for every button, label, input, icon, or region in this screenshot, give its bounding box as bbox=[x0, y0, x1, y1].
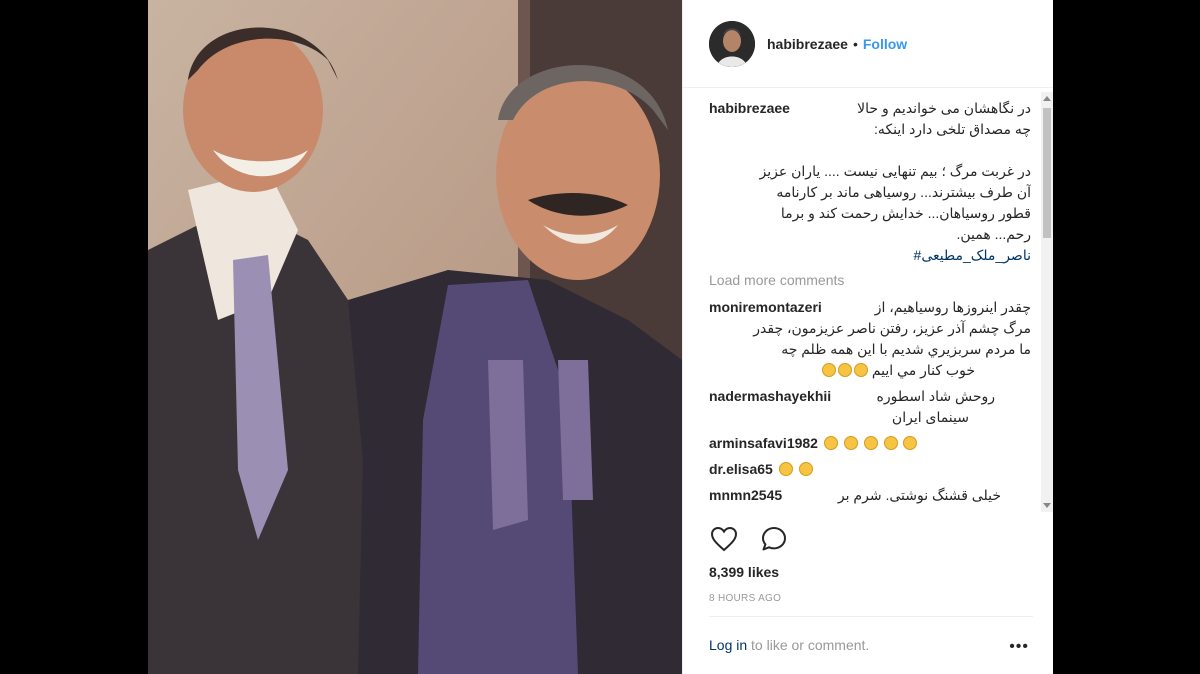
comment-username[interactable]: dr.elisa65 bbox=[709, 461, 773, 477]
comment-item: mnmn2545 خیلی قشنگ نوشتی. شرم بر bbox=[709, 485, 1031, 506]
sad-emoji-icon bbox=[798, 462, 813, 476]
like-button[interactable] bbox=[709, 524, 739, 554]
comment-item: arminsafavi1982 bbox=[709, 433, 1031, 454]
more-options-icon[interactable]: ••• bbox=[1009, 638, 1029, 656]
heart-icon bbox=[710, 526, 738, 552]
login-prompt-text: to like or comment. bbox=[747, 637, 870, 653]
comment-text-with-emoji: خوب کنار مي ایيم bbox=[709, 360, 975, 381]
login-prompt: Log in to like or comment. bbox=[709, 637, 869, 653]
comments-list[interactable]: habibrezaee در نگاهشان می خواندیم و حالا… bbox=[709, 98, 1031, 512]
likes-count[interactable]: 8,399 likes bbox=[709, 564, 779, 580]
sad-emoji-icon bbox=[778, 462, 793, 476]
crying-emoji-icon bbox=[863, 436, 878, 450]
comment-username[interactable]: arminsafavi1982 bbox=[709, 435, 818, 451]
comment-text: ما مردم سربزیري شدیم با این همه ظلم چه bbox=[781, 341, 1031, 357]
post-side-panel: habibrezaee • Follow habibrezaee در نگاه… bbox=[682, 0, 1053, 674]
caption-line: چه مصداق تلخی دارد اینکه: bbox=[874, 121, 1031, 137]
post-timestamp[interactable]: 8 HOURS AGO bbox=[709, 593, 781, 604]
comment-icon bbox=[762, 527, 786, 551]
crying-emoji-icon bbox=[821, 363, 836, 377]
comment-item: moniremontazeri چقدر اینروزها روسیاهیم، … bbox=[709, 297, 1031, 381]
scroll-up-arrow-icon[interactable] bbox=[1043, 96, 1051, 101]
post-dialog: habibrezaee • Follow habibrezaee در نگاه… bbox=[148, 0, 1053, 674]
crying-emoji-icon bbox=[903, 436, 918, 450]
comment-text: خیلی قشنگ نوشتی. شرم بر bbox=[837, 487, 1001, 503]
caption-first-line: habibrezaee در نگاهشان می خواندیم و حالا bbox=[709, 98, 1031, 119]
caption-hashtag[interactable]: #ناصر_ملک_مطیعی bbox=[709, 245, 1031, 266]
comment-first-line: nadermashayekhii روحش شاد اسطوره bbox=[709, 386, 1031, 407]
avatar-image bbox=[709, 20, 755, 67]
caption-line: آن طرف بیشترند... روسیاهی ماند بر کارنام… bbox=[776, 184, 1031, 200]
comment-text: خوب کنار مي ایيم bbox=[871, 362, 975, 378]
comment-username[interactable]: moniremontazeri bbox=[709, 297, 822, 318]
header-username[interactable]: habibrezaee bbox=[767, 36, 848, 52]
caption-line bbox=[709, 140, 1031, 161]
comment-text: سینمای ایران bbox=[891, 409, 969, 425]
load-more-comments[interactable]: Load more comments bbox=[709, 270, 1031, 291]
caption-line: در غربت مرگ ؛ بیم تنهایی نیست .... یاران… bbox=[759, 163, 1031, 179]
post-photo[interactable] bbox=[148, 0, 682, 674]
comment-text: روحش شاد اسطوره bbox=[876, 388, 995, 404]
post-actions bbox=[709, 524, 789, 554]
vintage-photo-illustration bbox=[148, 0, 682, 674]
caption-line: رحم... همین. bbox=[956, 226, 1031, 242]
crying-emoji-icon bbox=[837, 363, 852, 377]
separator-dot: • bbox=[852, 35, 858, 52]
avatar[interactable] bbox=[709, 20, 755, 67]
comment-text: چقدر اینروزها روسیاهیم، از bbox=[874, 299, 1031, 315]
crying-emoji-icon bbox=[883, 436, 898, 450]
caption-line: قطور روسیاهان... خدایش رحمت کند و برما bbox=[780, 205, 1031, 221]
comment-username[interactable]: mnmn2545 bbox=[709, 485, 782, 506]
login-link[interactable]: Log in bbox=[709, 637, 747, 653]
scrollbar-thumb[interactable] bbox=[1043, 108, 1051, 238]
comments-scrollbar[interactable] bbox=[1041, 92, 1053, 512]
comment-text: مرگ چشم آذر عزیز، رفتن ناصر عزیزمون، چقد… bbox=[753, 320, 1031, 336]
follow-button[interactable]: Follow bbox=[863, 36, 907, 52]
crying-emoji-icon bbox=[853, 363, 868, 377]
comment-first-line: moniremontazeri چقدر اینروزها روسیاهیم، … bbox=[709, 297, 1031, 318]
crying-emoji-icon bbox=[843, 436, 858, 450]
caption: habibrezaee در نگاهشان می خواندیم و حالا… bbox=[709, 98, 1031, 266]
comment-username[interactable]: nadermashayekhii bbox=[709, 386, 831, 407]
post-header: habibrezaee • Follow bbox=[683, 0, 1053, 88]
comment-item: nadermashayekhii روحش شاد اسطوره سینمای … bbox=[709, 386, 1031, 428]
scroll-down-arrow-icon[interactable] bbox=[1043, 503, 1051, 508]
caption-line: در نگاهشان می خواندیم و حالا bbox=[857, 100, 1031, 116]
crying-emoji-icon bbox=[823, 436, 838, 450]
comment-item: dr.elisa65 bbox=[709, 459, 1031, 480]
comment-button[interactable] bbox=[759, 524, 789, 554]
comment-first-line: mnmn2545 خیلی قشنگ نوشتی. شرم بر bbox=[709, 485, 1031, 506]
divider bbox=[709, 616, 1033, 617]
caption-username[interactable]: habibrezaee bbox=[709, 98, 790, 119]
